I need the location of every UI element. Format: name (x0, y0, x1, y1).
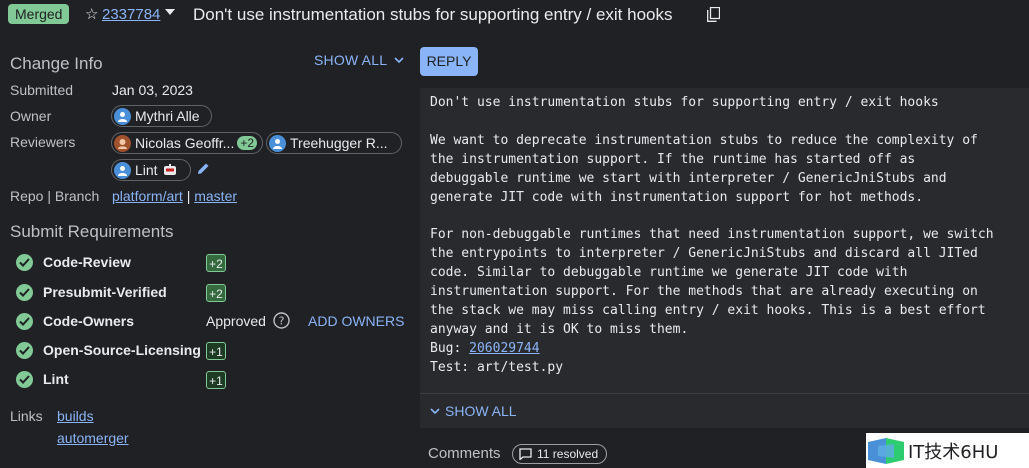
vote-badge: +2 (237, 136, 258, 150)
watermark-logo-icon (868, 437, 904, 464)
chevron-down-icon (430, 408, 440, 415)
owner-name: Mythri Alle (135, 108, 200, 124)
reviewer-name: Lint (135, 162, 158, 178)
reply-button[interactable]: REPLY (420, 47, 478, 76)
avatar (269, 134, 286, 152)
avatar (114, 161, 131, 179)
vote-badge: +2 (206, 254, 226, 272)
reviewer-chip[interactable]: Treehugger R... (266, 132, 402, 154)
vote-badge: +1 (206, 342, 226, 360)
commit-message-panel: Don't use instrumentation stubs for supp… (420, 88, 1029, 428)
requirement-name[interactable]: Code-Owners (43, 313, 134, 329)
commit-message: Don't use instrumentation stubs for supp… (430, 94, 1025, 378)
change-header: Merged ☆ 2337784 Don't use instrumentati… (0, 0, 1029, 30)
submitted-label: Submitted (10, 82, 74, 98)
check-circle-icon (16, 371, 33, 388)
help-icon[interactable]: ? (273, 312, 290, 329)
reviewer-chip[interactable]: Nicolas Geoffr... +2 (111, 132, 263, 154)
branch-link[interactable]: master (194, 188, 237, 204)
robot-icon (163, 164, 176, 175)
check-circle-icon (16, 313, 33, 330)
commit-message-body: Don't use instrumentation stubs for supp… (430, 95, 994, 337)
submit-requirements-heading: Submit Requirements (10, 222, 174, 241)
comment-icon (519, 448, 532, 460)
copy-icon[interactable] (707, 7, 720, 22)
change-title: Don't use instrumentation stubs for supp… (193, 5, 673, 24)
add-owners-button[interactable]: ADD OWNERS (308, 313, 404, 329)
requirement-status: Approved (206, 313, 266, 329)
repo-link[interactable]: platform/art (112, 188, 183, 204)
change-info-heading: Change Info (10, 54, 103, 73)
automerger-link[interactable]: automerger (57, 430, 129, 446)
chevron-down-icon (394, 57, 404, 64)
check-circle-icon (16, 342, 33, 359)
submitted-date: Jan 03, 2023 (112, 82, 193, 98)
reviewers-label: Reviewers (10, 134, 76, 150)
vote-badge: +2 (206, 284, 226, 302)
repo-branch-separator: | (186, 188, 191, 204)
bug-label: Bug: (430, 340, 470, 356)
watermark: IT技术6HU (866, 433, 1029, 468)
reviewer-name: Treehugger R... (290, 135, 388, 151)
reviewer-chip[interactable]: Lint (111, 159, 191, 181)
requirement-name[interactable]: Open-Source-Licensing (43, 342, 201, 358)
test-line: Test: art/test.py (430, 359, 564, 375)
requirement-name[interactable]: Lint (43, 371, 69, 387)
edit-icon[interactable] (197, 162, 210, 175)
show-all-info-button[interactable]: SHOW ALL (314, 52, 404, 68)
reviewer-name: Nicolas Geoffr... (135, 135, 235, 151)
avatar (114, 134, 131, 152)
requirement-name[interactable]: Code-Review (43, 254, 131, 270)
bug-link[interactable]: 206029744 (469, 341, 539, 356)
requirement-name[interactable]: Presubmit-Verified (43, 284, 167, 300)
svg-text:?: ? (279, 315, 285, 328)
repo-branch: platform/art | master (112, 188, 237, 204)
change-number-link[interactable]: 2337784 (102, 6, 160, 23)
builds-link[interactable]: builds (57, 408, 94, 424)
check-circle-icon (16, 254, 33, 271)
chevron-down-icon[interactable] (165, 9, 175, 15)
show-all-label: SHOW ALL (314, 52, 387, 68)
watermark-text: IT技术6HU (908, 441, 999, 463)
resolved-comments-chip[interactable]: 11 resolved (512, 444, 608, 464)
show-all-label: SHOW ALL (445, 403, 517, 419)
star-icon[interactable]: ☆ (85, 5, 98, 23)
avatar (114, 107, 131, 125)
vote-badge: +1 (206, 371, 226, 389)
owner-label: Owner (10, 108, 52, 124)
owner-chip[interactable]: Mythri Alle (111, 105, 212, 127)
status-badge: Merged (8, 4, 70, 24)
check-circle-icon (16, 284, 33, 301)
comments-label: Comments (428, 445, 501, 462)
divider (420, 393, 1029, 394)
resolved-count: 11 resolved (537, 447, 599, 461)
links-label: Links (10, 408, 43, 424)
repo-branch-label: Repo | Branch (10, 188, 100, 204)
show-all-message-button[interactable]: SHOW ALL (430, 403, 517, 419)
